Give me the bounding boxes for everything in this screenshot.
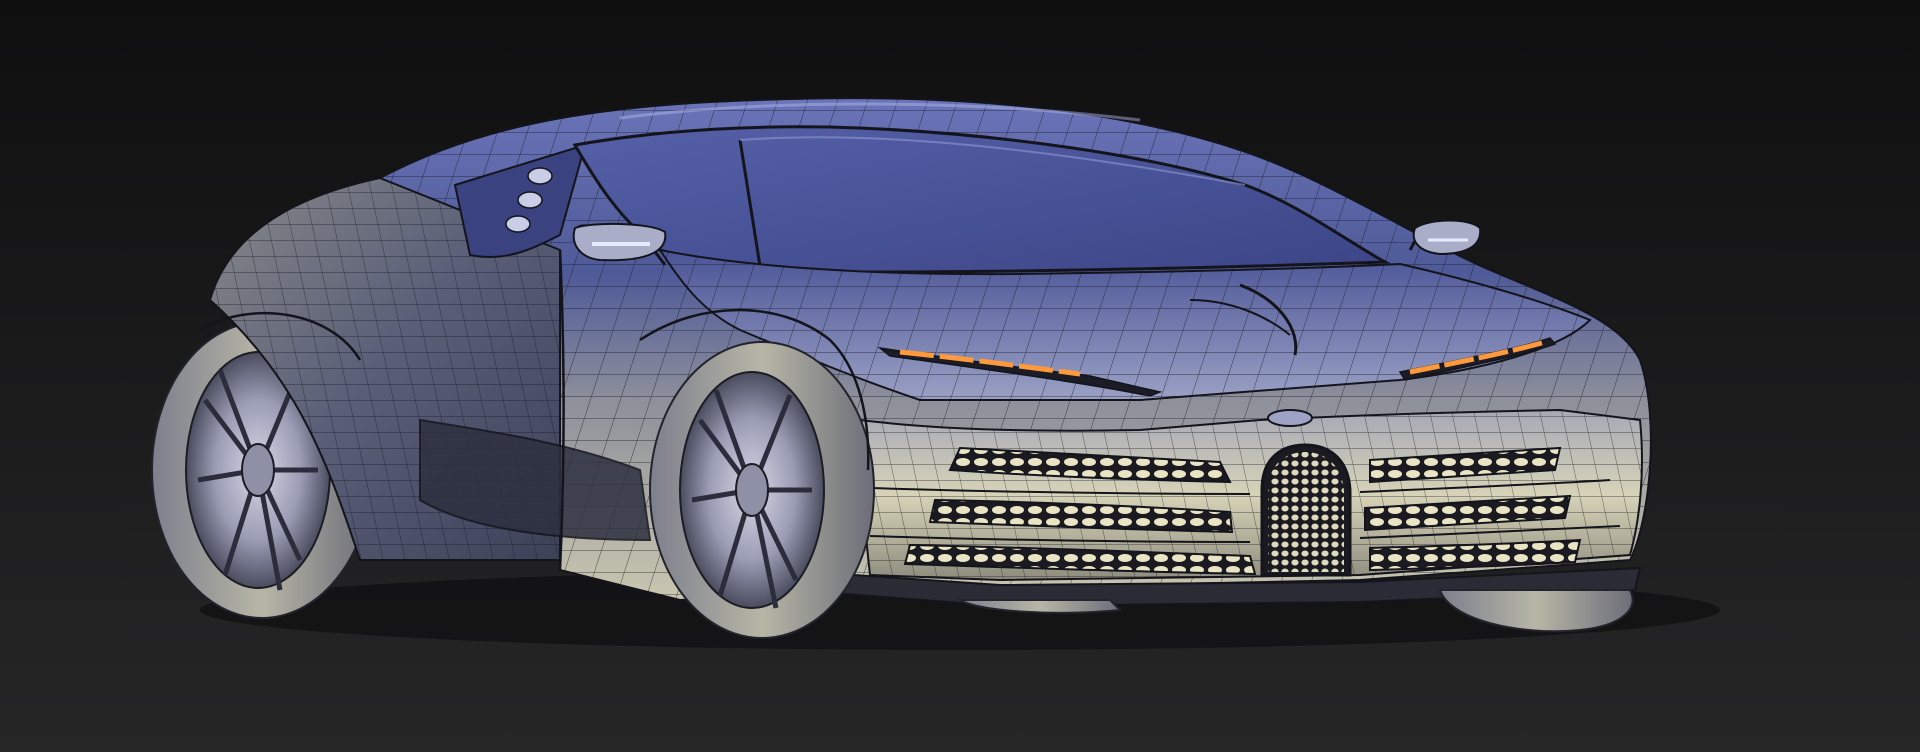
horseshoe-grille (1260, 443, 1352, 577)
front-left-wheel (649, 341, 875, 639)
front-grille-right (1364, 446, 1582, 572)
car-render (0, 0, 1920, 752)
badge (1267, 409, 1313, 427)
3d-viewport[interactable] (0, 0, 1920, 752)
front-grille-left (903, 446, 1257, 576)
